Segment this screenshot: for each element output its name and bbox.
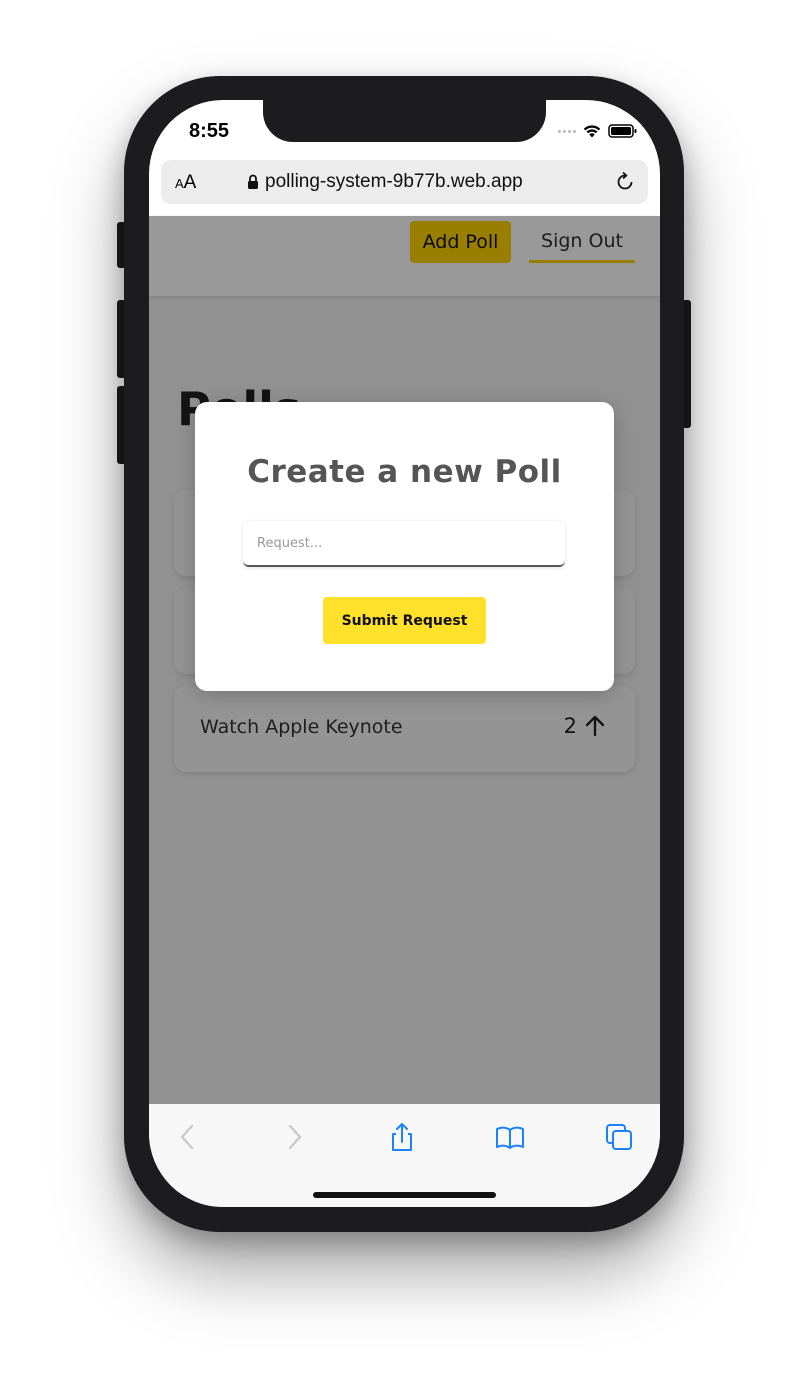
chevron-right-icon[interactable] <box>279 1122 309 1152</box>
tabs-icon[interactable] <box>604 1122 634 1152</box>
url-text: polling-system-9b77b.web.app <box>265 171 523 192</box>
status-time: 8:55 <box>189 120 230 142</box>
notch <box>263 100 546 142</box>
battery-icon <box>608 124 637 138</box>
book-icon[interactable] <box>495 1122 525 1152</box>
lock-icon <box>248 174 258 189</box>
cellular-signal-icon <box>558 129 576 133</box>
phone-screen: 8:55 AA polling-system-9b77b.web.app Add… <box>149 100 660 1207</box>
request-input[interactable] <box>243 521 565 567</box>
stage: 8:55 AA polling-system-9b77b.web.app Add… <box>0 0 808 1380</box>
submit-request-button[interactable]: Submit Request <box>323 597 486 644</box>
url-bar[interactable]: AA polling-system-9b77b.web.app <box>161 160 648 204</box>
modal-title: Create a new Poll <box>247 454 562 490</box>
url-display[interactable]: polling-system-9b77b.web.app <box>247 171 523 193</box>
share-icon[interactable] <box>387 1122 417 1152</box>
status-icons <box>558 122 638 140</box>
chevron-left-icon[interactable] <box>173 1122 203 1152</box>
home-indicator <box>313 1192 496 1198</box>
reload-icon[interactable] <box>612 169 638 195</box>
create-poll-modal: Create a new Poll Submit Request <box>195 402 614 691</box>
wifi-icon <box>583 125 601 138</box>
text-size-button[interactable]: AA <box>175 172 196 194</box>
browser-toolbar <box>149 1104 660 1207</box>
